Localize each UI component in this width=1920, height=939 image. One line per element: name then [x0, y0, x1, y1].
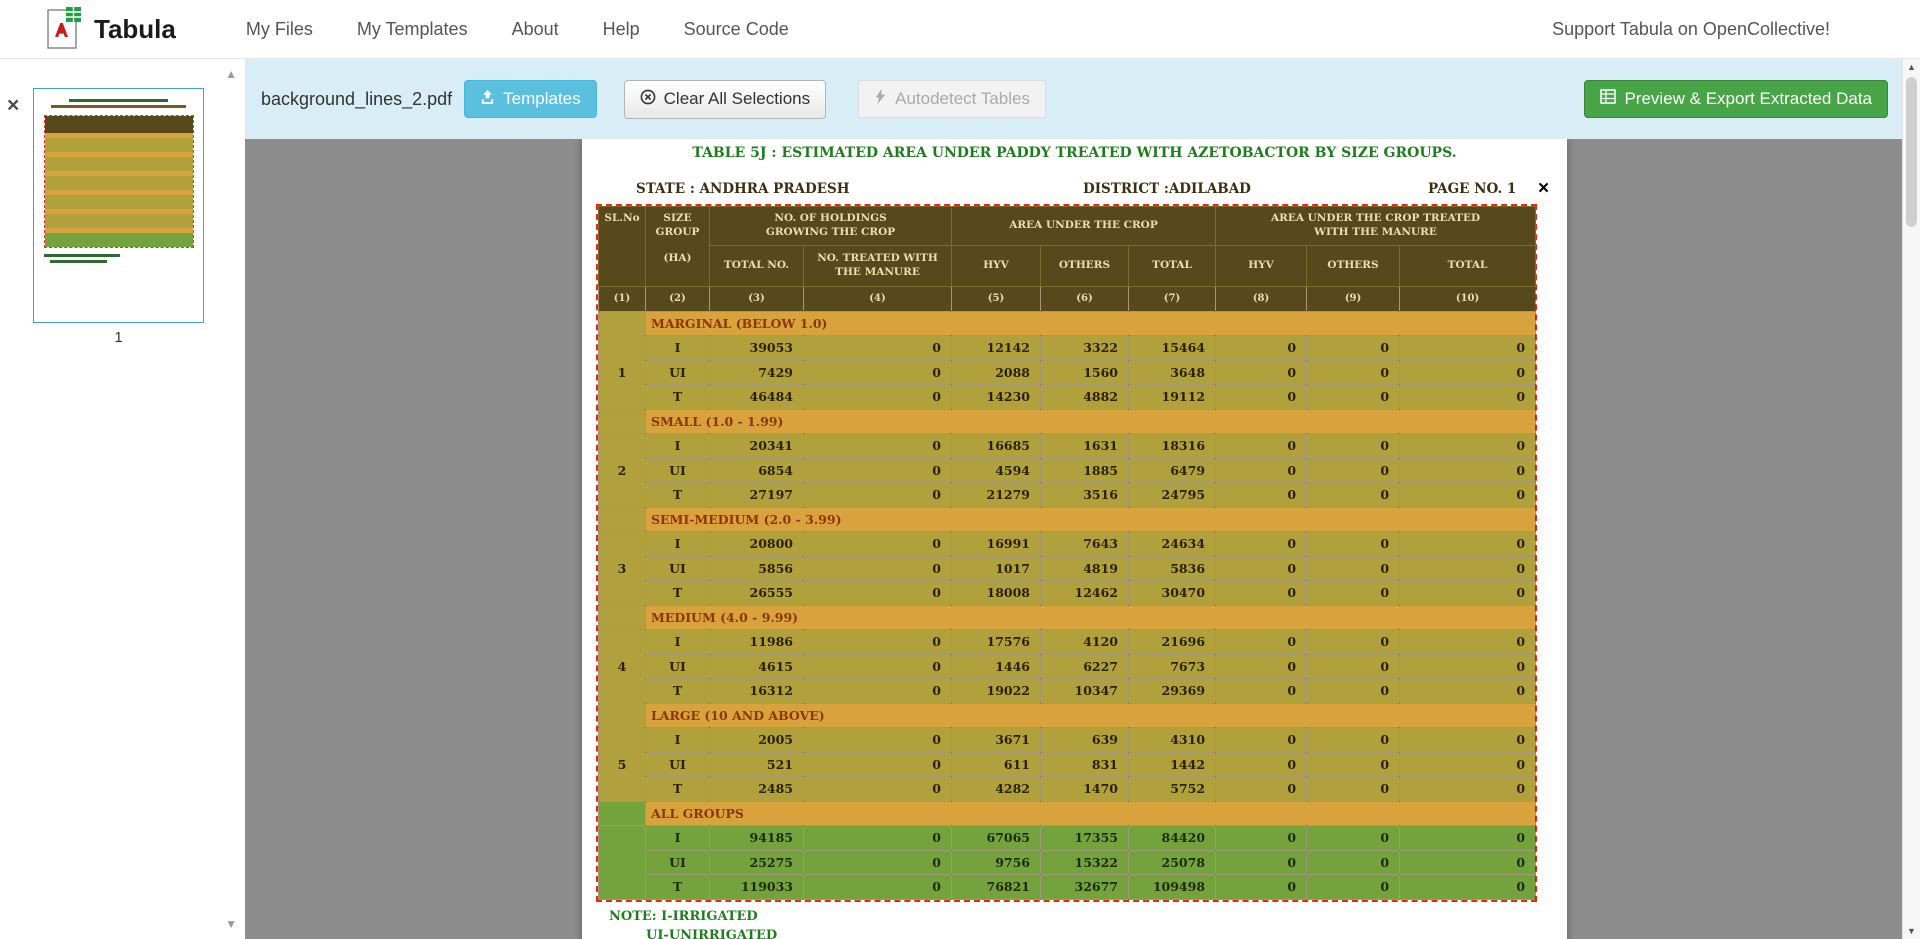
scrollbar-up-icon[interactable]: ▲: [1903, 62, 1920, 72]
table-row: T27197021279351624795000: [599, 483, 1536, 508]
pdf-meta-row: STATE : ANDHRA PRADESH DISTRICT :ADILABA…: [582, 181, 1567, 201]
table-row: UI74290208815603648000: [599, 360, 1536, 385]
nav-my-templates[interactable]: My Templates: [357, 19, 468, 40]
thumb-title-line: [69, 99, 167, 102]
table-row: T24850428214705752000: [599, 777, 1536, 802]
group-band-row: ALL GROUPS: [599, 801, 1536, 826]
support-link[interactable]: Support Tabula on OpenCollective!: [1552, 19, 1830, 40]
templates-button[interactable]: Templates: [464, 80, 596, 118]
pdf-district: DISTRICT :ADILABAD: [1083, 181, 1251, 197]
pdf-page-no: PAGE NO. 1: [1428, 181, 1516, 197]
selection-close-button[interactable]: ×: [1538, 179, 1549, 198]
group-band-row: SEMI-MEDIUM (2.0 - 3.99): [599, 507, 1536, 532]
tabula-logo-icon[interactable]: [44, 7, 82, 51]
table-row: I941850670651735584420000: [599, 826, 1536, 851]
flash-icon: [874, 89, 887, 109]
remove-file-button[interactable]: ×: [7, 95, 19, 116]
clear-selections-button[interactable]: Clear All Selections: [624, 80, 826, 119]
extracted-table: SL.NoSIZE GROUP(HA)NO. OF HOLDINGS GROWI…: [598, 206, 1536, 900]
pdf-table-title: TABLE 5J : ESTIMATED AREA UNDER PADDY TR…: [582, 145, 1567, 161]
group-band-row: SMALL (1.0 - 1.99): [599, 409, 1536, 434]
autodetect-tables-button[interactable]: Autodetect Tables: [858, 80, 1046, 118]
thumb-meta-line: [51, 105, 186, 108]
nav-help[interactable]: Help: [603, 19, 640, 40]
group-band-row: MEDIUM (4.0 - 9.99): [599, 605, 1536, 630]
table-row: T46484014230488219112000: [599, 385, 1536, 410]
thumb-scroll-down-icon[interactable]: ▼: [225, 917, 237, 931]
table-row: 4I11986017576412021696000: [599, 630, 1536, 655]
group-band-row: MARGINAL (BELOW 1.0): [599, 311, 1536, 336]
table-selection[interactable]: SL.NoSIZE GROUP(HA)NO. OF HOLDINGS GROWI…: [596, 204, 1537, 902]
table-icon: [1600, 89, 1616, 109]
pdf-state: STATE : ANDHRA PRADESH: [636, 181, 850, 197]
table-row: UI68540459418856479000: [599, 458, 1536, 483]
document-area: TABLE 5J : ESTIMATED AREA UNDER PADDY TR…: [245, 139, 1902, 939]
table-row: 5I2005036716394310000: [599, 728, 1536, 753]
thumb-scroll-up-icon[interactable]: ▲: [225, 67, 237, 81]
page-scrollbar[interactable]: ▲ ▼: [1902, 59, 1920, 939]
table-row: 1I39053012142332215464000: [599, 336, 1536, 361]
nav-source-code[interactable]: Source Code: [684, 19, 789, 40]
table-row: UI52106118311442000: [599, 752, 1536, 777]
table-row: T163120190221034729369000: [599, 679, 1536, 704]
remove-circle-icon: [640, 89, 656, 110]
thumbnail-mini-table: [44, 115, 194, 248]
thumb-note-line: [44, 254, 120, 257]
top-navbar: Tabula My Files My Templates About Help …: [0, 0, 1920, 59]
table-row: 2I20341016685163118316000: [599, 434, 1536, 459]
export-button[interactable]: Preview & Export Extracted Data: [1584, 80, 1888, 118]
table-row: 3I20800016991764324634000: [599, 532, 1536, 557]
nav-my-files[interactable]: My Files: [246, 19, 313, 40]
table-body: (1)(2)(3)(4)(5)(6)(7)(8)(9)(10)MARGINAL …: [599, 287, 1536, 900]
table-row: UI46150144662277673000: [599, 654, 1536, 679]
brand[interactable]: Tabula: [94, 14, 176, 45]
filename: background_lines_2.pdf: [261, 89, 452, 110]
thumbnail-page-number: 1: [33, 329, 204, 346]
toolbar: background_lines_2.pdf Templates Clear A…: [245, 59, 1902, 139]
nav-about[interactable]: About: [512, 19, 559, 40]
page-thumbnail[interactable]: [33, 88, 204, 323]
pdf-page[interactable]: TABLE 5J : ESTIMATED AREA UNDER PADDY TR…: [582, 139, 1567, 939]
thumb-note-line: [50, 260, 107, 263]
table-row: UI25275097561532225078000: [599, 850, 1536, 875]
upload-icon: [480, 89, 495, 109]
table-row: T265550180081246230470000: [599, 581, 1536, 606]
table-header: SL.NoSIZE GROUP(HA)NO. OF HOLDINGS GROWI…: [599, 207, 1536, 287]
pdf-note-1: NOTE: I-IRRIGATED: [609, 909, 758, 924]
thumbnail-sidebar: × ▲ 1 ▼: [0, 59, 245, 939]
scrollbar-thumb[interactable]: [1906, 77, 1917, 227]
table-row: T11903307682132677109498000: [599, 875, 1536, 900]
scrollbar-down-icon[interactable]: ▼: [1903, 926, 1920, 936]
pdf-note-2: UI-UNIRRIGATED: [646, 928, 777, 939]
group-band-row: LARGE (10 AND ABOVE): [599, 703, 1536, 728]
table-row: UI58560101748195836000: [599, 556, 1536, 581]
